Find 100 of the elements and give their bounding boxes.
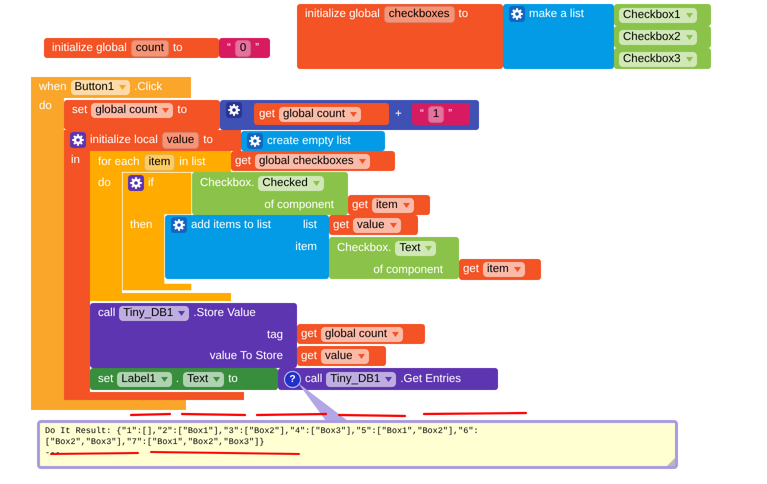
gear-icon[interactable]: [70, 132, 86, 148]
block-label: initialize global: [305, 8, 380, 20]
input-label: list: [302, 219, 317, 231]
dropdown[interactable]: global count: [321, 326, 404, 342]
name-field[interactable]: count: [130, 40, 169, 56]
dropdown-arrow-icon: [402, 202, 410, 208]
input-label: value To Store: [210, 350, 283, 362]
gear-icon[interactable]: [247, 133, 263, 149]
dropdown[interactable]: value: [353, 218, 400, 232]
block-label: to: [177, 104, 187, 116]
dropdown-arrow-icon: [425, 246, 432, 250]
dropdown-arrow-icon: [392, 332, 400, 336]
dropdown[interactable]: Checkbox1: [619, 8, 697, 22]
result-text: ["Box2","Box3"],"7":["Box1","Box2","Box3"]}: [45, 437, 264, 448]
block-label: set: [98, 373, 114, 385]
block-label: for each: [98, 156, 140, 168]
gear-icon[interactable]: [226, 102, 242, 118]
block-label: then: [130, 219, 152, 231]
block-label: get: [333, 219, 349, 231]
dropdown-arrow-icon: [162, 108, 170, 112]
dropdown-arrow-icon: [213, 376, 220, 382]
result-text: Do It Result: {"1":[],"2":["Box1"],"3":["Box2"],"4":["Box3"],"5":["Box1","Box2"],"6":: [45, 426, 479, 437]
block-label: in: [71, 154, 80, 166]
block-label: if: [148, 177, 154, 189]
dropdown[interactable]: Button1: [70, 80, 130, 94]
block-label: .: [176, 373, 180, 385]
dropdown-arrow-icon: [358, 354, 364, 358]
dropdown[interactable]: Checked: [258, 176, 324, 190]
block-label: “: [227, 42, 231, 54]
dropdown-arrow-icon: [686, 12, 693, 18]
block-label: do: [98, 177, 111, 189]
block-label: add items to list: [191, 219, 271, 231]
dropdown[interactable]: global count: [279, 106, 362, 122]
dropdown[interactable]: item: [372, 198, 414, 212]
dropdown[interactable]: item: [483, 262, 525, 276]
dropdown-arrow-icon: [390, 222, 396, 228]
text-block: [219, 38, 270, 58]
block-label: .Click: [134, 81, 162, 93]
block-label: get: [463, 263, 479, 275]
dropdown[interactable]: global checkboxes: [255, 154, 370, 168]
dropdown[interactable]: Label1: [117, 372, 172, 386]
underline-mark: [180, 412, 246, 416]
block-label: call: [98, 307, 116, 319]
block-label: get: [352, 199, 368, 211]
block-label: “: [420, 108, 424, 120]
block-label: Checkbox.: [337, 242, 392, 254]
block-label: to: [228, 373, 238, 385]
dropdown-arrow-icon: [312, 180, 320, 186]
dropdown-arrow-icon: [385, 376, 392, 382]
dropdown-arrow-icon: [178, 310, 186, 316]
dropdown[interactable]: value: [321, 348, 368, 364]
input-label: of component: [264, 199, 334, 211]
block-label: ”: [448, 108, 452, 120]
block-label: get: [235, 155, 251, 167]
dropdown[interactable]: Text: [395, 240, 436, 256]
dropdown[interactable]: global count: [91, 102, 174, 118]
name-field[interactable]: checkboxes: [384, 6, 455, 22]
block-label: to: [458, 8, 468, 20]
name-field[interactable]: 0: [234, 40, 252, 56]
dropdown-arrow-icon: [119, 84, 126, 90]
dropdown[interactable]: Checkbox2: [619, 30, 697, 44]
input-label: tag: [267, 329, 283, 341]
block-label: get: [301, 328, 317, 340]
name-field[interactable]: 1: [428, 106, 444, 122]
dropdown[interactable]: Text: [183, 372, 224, 386]
result-text: ---: [45, 448, 60, 459]
block-label: get: [301, 350, 317, 362]
underline-mark: [338, 414, 406, 418]
block-label: to: [172, 42, 183, 54]
block-label: initialize local: [90, 134, 158, 146]
name-field[interactable]: value: [162, 132, 200, 148]
block-label: when: [39, 81, 66, 93]
block-label: do: [39, 100, 52, 112]
block-label: to: [203, 134, 213, 146]
dropdown[interactable]: Checkbox3: [619, 52, 697, 66]
input-label: of component: [373, 264, 443, 276]
block-label: set: [72, 104, 88, 116]
text-block: [412, 103, 470, 125]
block-label: call: [305, 373, 322, 385]
gear-icon[interactable]: [509, 6, 525, 22]
name-field[interactable]: item: [144, 154, 176, 170]
block-label: make a list: [529, 8, 584, 20]
dropdown-arrow-icon: [686, 34, 693, 40]
block-label: .Get Entries: [400, 373, 462, 385]
block-label: create empty list: [267, 135, 351, 147]
dropdown-arrow-icon: [350, 112, 358, 116]
dropdown[interactable]: Tiny_DB1: [326, 372, 396, 386]
dropdown-arrow-icon: [514, 266, 521, 272]
gear-icon[interactable]: [128, 175, 144, 191]
input-label: item: [295, 241, 317, 253]
underline-mark: [130, 412, 172, 416]
underline-mark: [256, 412, 328, 416]
dropdown-arrow-icon: [686, 56, 693, 62]
dropdown[interactable]: Tiny_DB1: [119, 306, 190, 320]
resize-grip-icon[interactable]: [667, 458, 675, 466]
gear-icon[interactable]: [171, 217, 187, 233]
block-label: Checkbox.: [200, 177, 254, 189]
block-label: in list: [179, 156, 206, 168]
dropdown-arrow-icon: [358, 158, 366, 164]
input-label: +: [395, 108, 402, 120]
